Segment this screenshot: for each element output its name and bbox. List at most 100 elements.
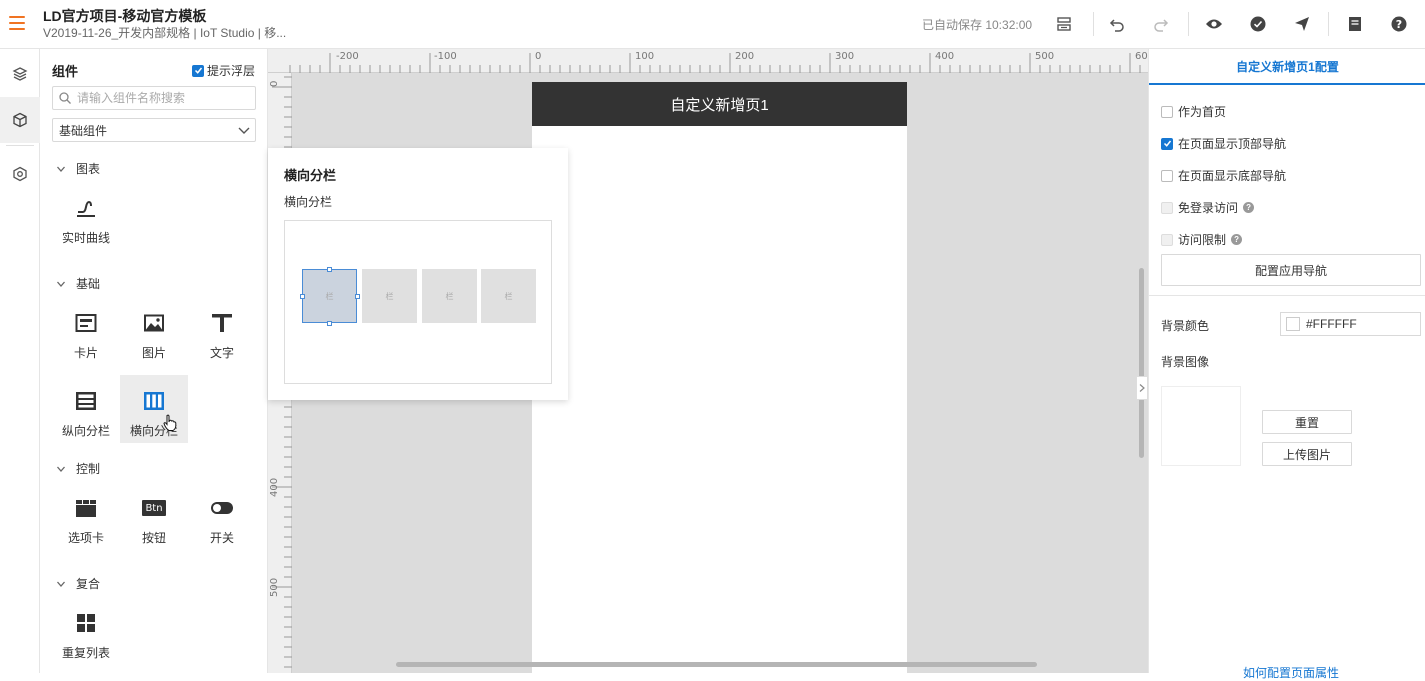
component-label: 开关 [209, 531, 234, 545]
undo-icon[interactable] [1106, 13, 1128, 35]
resize-handle [355, 294, 360, 299]
category-basic[interactable]: 基础 [56, 275, 100, 292]
image-icon [143, 308, 165, 338]
component-search[interactable] [52, 86, 256, 110]
divider [1328, 12, 1329, 36]
card-icon [75, 308, 97, 338]
settings-hex-icon[interactable] [0, 151, 40, 197]
category-control[interactable]: 控制 [56, 460, 100, 477]
check-circle-icon[interactable] [1247, 13, 1269, 35]
help-icon[interactable]: ? [1243, 202, 1255, 213]
bg-image-preview [1161, 386, 1241, 466]
checkbox-unchecked-icon[interactable] [1161, 105, 1173, 118]
preview-eye-icon[interactable] [1203, 13, 1225, 35]
tabs-icon [75, 493, 97, 523]
page-top-nav[interactable]: 自定义新增页1 [532, 82, 907, 126]
help-icon[interactable]: ? [1231, 234, 1243, 245]
component-preview-popover: 横向分栏 横向分栏 栏 栏 栏 栏 [268, 148, 568, 400]
component-vertical-columns[interactable]: 纵向分栏 [52, 375, 120, 443]
hand-cursor-icon [163, 414, 177, 431]
menu-icon[interactable] [8, 14, 26, 32]
preview-frame: 栏 栏 栏 栏 [284, 220, 552, 384]
component-realtime-curve[interactable]: 实时曲线 [52, 182, 120, 250]
ruler-label: -100 [434, 51, 457, 62]
config-tab[interactable]: 自定义新增页1配置 [1149, 49, 1425, 85]
document-icon[interactable] [1344, 13, 1366, 35]
option-label: 访问限制 [1178, 233, 1227, 247]
float-hint-label: 提示浮层 [207, 64, 256, 78]
component-switch[interactable]: 开关 [188, 482, 256, 550]
components-cube-icon[interactable] [0, 97, 40, 143]
bg-color-picker[interactable]: #FFFFFF [1280, 312, 1421, 336]
component-label: 纵向分栏 [61, 424, 110, 438]
horizontal-scrollbar[interactable] [396, 662, 1037, 667]
redo-icon[interactable] [1150, 13, 1172, 35]
reset-button[interactable]: 重置 [1262, 410, 1352, 434]
mobile-page[interactable]: 自定义新增页1 [532, 82, 907, 673]
select-value: 基础组件 [59, 123, 108, 138]
component-type-select[interactable]: 基础组件 [52, 118, 256, 142]
option-set-home[interactable]: 作为首页 [1161, 103, 1226, 120]
chevron-down-icon [57, 281, 65, 287]
divider [1188, 12, 1189, 36]
ruler-label: 0 [269, 80, 280, 87]
realtime-curve-icon [75, 193, 97, 223]
ruler-label: -200 [336, 51, 359, 62]
layout-tree-icon[interactable] [1053, 13, 1075, 35]
component-repeat-list[interactable]: 重复列表 [52, 597, 120, 665]
chevron-down-icon [57, 166, 65, 172]
option-access-limit: 访问限制 ? [1161, 231, 1243, 248]
preview-column: 栏 [481, 269, 536, 323]
repeat-list-icon [76, 608, 96, 638]
component-label: 文字 [209, 346, 234, 360]
option-label: 免登录访问 [1178, 201, 1239, 215]
collapse-panel-toggle[interactable] [1136, 376, 1148, 400]
button-icon: Btn [142, 493, 166, 523]
horizontal-ruler: -200 -100 0 100 200 300 400 500 600 [268, 49, 1148, 73]
autosave-status: 已自动保存 10:32:00 [922, 18, 1033, 32]
bg-color-value: #FFFFFF [1306, 317, 1357, 331]
config-app-nav-button[interactable]: 配置应用导航 [1161, 254, 1421, 286]
button-glyph: Btn [142, 500, 166, 516]
bg-image-label: 背景图像 [1161, 355, 1210, 369]
chevron-down-icon [238, 127, 250, 134]
component-button[interactable]: Btn 按钮 [120, 482, 188, 550]
checkbox-checked-icon[interactable] [1161, 137, 1173, 150]
help-icon[interactable]: ? [1388, 13, 1410, 35]
resize-handle [300, 294, 305, 299]
ruler-label: 400 [935, 51, 955, 62]
publish-send-icon[interactable] [1291, 13, 1313, 35]
switch-icon [210, 493, 234, 523]
category-label: 图表 [76, 162, 101, 176]
ruler-label: 100 [635, 51, 655, 62]
component-tabs[interactable]: 选项卡 [52, 482, 120, 550]
ruler-label: 400 [269, 477, 280, 497]
checkbox-unchecked-icon[interactable] [1161, 169, 1173, 182]
top-header: LD官方项目-移动官方模板 V2019-11-26_开发内部规格 | IoT S… [0, 0, 1425, 49]
option-show-bottom-nav[interactable]: 在页面显示底部导航 [1161, 167, 1286, 184]
vertical-scrollbar[interactable] [1139, 268, 1144, 458]
divider [1093, 12, 1094, 36]
panel-title: 组件 [52, 64, 79, 79]
checkbox-checked-icon[interactable] [192, 64, 204, 77]
ruler-label: 0 [535, 51, 542, 62]
component-image[interactable]: 图片 [120, 297, 188, 365]
category-label: 复合 [76, 577, 101, 591]
bg-color-label: 背景颜色 [1161, 319, 1210, 333]
float-hint-checkbox[interactable]: 提示浮层 [192, 62, 255, 79]
layers-icon[interactable] [0, 51, 40, 97]
component-horizontal-columns[interactable]: 横向分栏 [120, 375, 188, 443]
component-text[interactable]: 文字 [188, 297, 256, 365]
component-label: 重复列表 [61, 646, 110, 660]
upload-image-button[interactable]: 上传图片 [1262, 442, 1352, 466]
page-config-panel: 自定义新增页1配置 作为首页 在页面显示顶部导航 在页面显示底部导航 免登录访问… [1148, 49, 1425, 680]
option-show-top-nav[interactable]: 在页面显示顶部导航 [1161, 135, 1286, 152]
chevron-down-icon [57, 581, 65, 587]
search-input[interactable] [77, 91, 247, 105]
text-icon [211, 308, 233, 338]
category-composite[interactable]: 复合 [56, 575, 100, 592]
search-icon [59, 92, 71, 104]
color-swatch[interactable] [1286, 317, 1300, 331]
component-card[interactable]: 卡片 [52, 297, 120, 365]
category-chart[interactable]: 图表 [56, 160, 100, 177]
